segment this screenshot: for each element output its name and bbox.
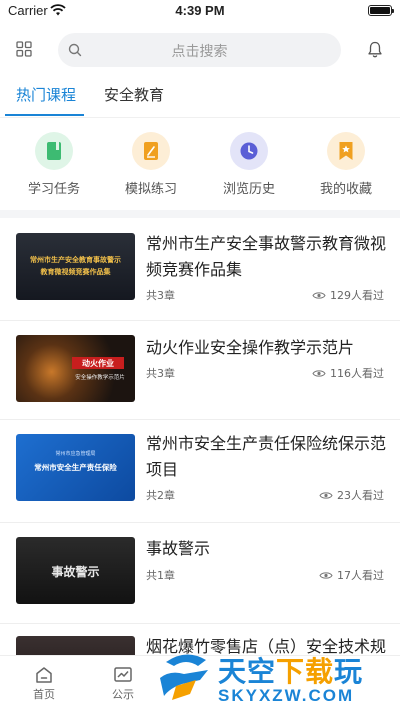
course-item[interactable]: 常州市应急管理局 常州市安全生产责任保险 常州市安全生产责任保险统保示范项目 共… xyxy=(0,420,400,522)
exercise-icon xyxy=(132,132,170,170)
status-bar: Carrier 4:39 PM xyxy=(0,0,400,22)
watermark-text: 玩 xyxy=(334,655,364,688)
site-watermark: 天空下载玩 SKYXZW.COM xyxy=(156,648,400,710)
thumbnail-caption: 动火作业 xyxy=(82,359,114,368)
course-views: 23人看过 xyxy=(319,487,384,503)
watermark-title: 天空下载玩 xyxy=(218,650,363,690)
course-views: 17人看过 xyxy=(319,567,384,583)
thumbnail-caption: 事故警示 xyxy=(51,565,100,579)
course-thumbnail: 常州市生产安全教育事故警示 教育微视频竞赛作品集 xyxy=(16,233,135,300)
eye-icon xyxy=(319,572,333,579)
course-thumbnail: 事故警示 xyxy=(16,537,135,604)
course-chapters: 共3章 xyxy=(146,289,175,302)
course-chapters: 共3章 xyxy=(146,367,175,380)
course-thumbnail: 常州市应急管理局 常州市安全生产责任保险 xyxy=(16,434,135,501)
chart-icon xyxy=(114,667,132,682)
course-thumbnail: 动火作业 安全操作教学示范片 xyxy=(16,335,135,402)
bell-icon[interactable] xyxy=(367,41,383,58)
thumbnail-caption: 常州市安全生产责任保险 xyxy=(34,463,117,472)
grid-menu-icon[interactable] xyxy=(16,41,32,57)
active-tab-indicator xyxy=(5,114,84,116)
quick-action-label: 模拟练习 xyxy=(124,182,177,197)
tab-hot-courses[interactable]: 热门课程 xyxy=(16,84,76,105)
view-count: 129人看过 xyxy=(330,289,384,302)
search-placeholder: 点击搜索 xyxy=(171,44,228,60)
tab-safety-education[interactable]: 安全教育 xyxy=(104,84,164,105)
quick-actions: 学习任务 模拟练习 浏览历史 我的收藏 xyxy=(0,132,400,202)
nav-label: 首页 xyxy=(33,688,55,701)
eye-icon xyxy=(312,292,326,299)
thumbnail-caption: 常州市生产安全教育事故警示 xyxy=(30,256,121,264)
course-chapters: 共1章 xyxy=(146,569,175,582)
course-item[interactable]: 动火作业 安全操作教学示范片 动火作业安全操作教学示范片 共3章 116人看过 xyxy=(0,321,400,419)
watermark-url: SKYXZW.COM xyxy=(218,686,355,705)
thumbnail-caption: 安全操作教学示范片 xyxy=(75,375,125,381)
course-title: 常州市安全生产责任保险统保示范项目 xyxy=(146,434,387,479)
course-item[interactable]: 常州市生产安全教育事故警示 教育微视频竞赛作品集 常州市生产安全事故警示教育微视… xyxy=(0,218,400,320)
top-bar: 点击搜索 xyxy=(0,30,400,70)
quick-action-mock-exercise[interactable]: 模拟练习 xyxy=(111,132,191,197)
clock-time: 4:39 PM xyxy=(175,3,225,18)
view-count: 116人看过 xyxy=(330,367,384,380)
watermark-text: 天空 xyxy=(218,655,277,688)
nav-label: 公示 xyxy=(112,688,134,701)
course-title: 事故警示 xyxy=(146,539,211,558)
section-divider xyxy=(0,210,400,218)
quick-action-label: 浏览历史 xyxy=(222,182,275,197)
eye-icon xyxy=(312,370,326,377)
quick-action-my-favorites[interactable]: 我的收藏 xyxy=(306,132,386,197)
nav-announcements[interactable]: 公示 xyxy=(103,666,143,702)
course-item[interactable]: 事故警示 事故警示 共1章 17人看过 xyxy=(0,523,400,623)
course-chapters: 共2章 xyxy=(146,489,175,502)
clock-icon xyxy=(230,132,268,170)
nav-home[interactable]: 首页 xyxy=(24,666,64,702)
eye-icon xyxy=(319,492,333,499)
watermark-text: 下载 xyxy=(276,655,335,688)
course-views: 116人看过 xyxy=(312,365,384,381)
quick-action-browse-history[interactable]: 浏览历史 xyxy=(209,132,289,197)
course-title: 动火作业安全操作教学示范片 xyxy=(146,338,355,357)
search-input[interactable]: 点击搜索 xyxy=(58,33,341,67)
quick-action-label: 学习任务 xyxy=(27,182,80,197)
home-icon xyxy=(36,667,52,683)
thumbnail-caption: 教育微视频竞赛作品集 xyxy=(40,268,111,276)
course-title: 常州市生产安全事故警示教育微视频竞赛作品集 xyxy=(146,234,387,279)
view-count: 23人看过 xyxy=(337,489,384,502)
view-count: 17人看过 xyxy=(337,569,384,582)
battery-icon xyxy=(368,5,394,16)
quick-action-study-tasks[interactable]: 学习任务 xyxy=(14,132,94,197)
watermark-logo xyxy=(160,654,208,700)
thumbnail-caption: 常州市应急管理局 xyxy=(55,451,96,457)
quick-action-label: 我的收藏 xyxy=(319,182,372,197)
book-icon xyxy=(35,132,73,170)
tab-bar: 热门课程 安全教育 xyxy=(0,78,400,118)
bookmark-icon xyxy=(327,132,365,170)
course-views: 129人看过 xyxy=(312,287,384,303)
